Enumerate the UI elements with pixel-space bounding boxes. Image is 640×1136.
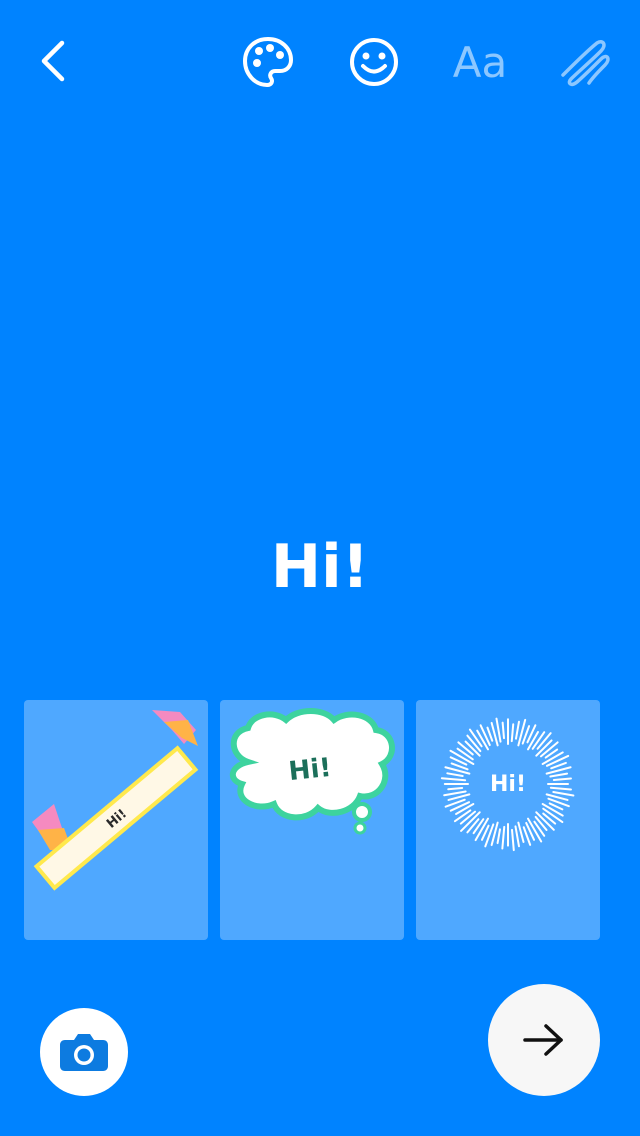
camera-icon (60, 1034, 108, 1071)
sunburst-ray (446, 772, 464, 778)
sunburst-ray (486, 726, 494, 742)
squiggle-pen-icon (561, 39, 610, 87)
camera-button[interactable] (40, 1008, 128, 1096)
sunburst-ray (495, 717, 502, 743)
sunburst-ray (501, 721, 505, 740)
sunburst-sticker-text: Hi! (490, 772, 526, 797)
sunburst-ray (549, 772, 569, 778)
sunburst-ray (476, 729, 489, 751)
sticker-emoji-button[interactable] (346, 34, 402, 90)
sunburst-ray (545, 754, 570, 767)
sunburst-ray (496, 828, 502, 845)
sunburst-ray (549, 786, 572, 791)
sticker-sunburst[interactable]: Hi! (416, 700, 600, 940)
thought-cloud-graphic: Hi! (230, 708, 395, 835)
sunburst-ray (457, 741, 474, 756)
sunburst-ray (514, 720, 520, 740)
sunburst-ray (490, 721, 499, 747)
sunburst-graphic: Hi! (440, 717, 575, 852)
sunburst-ray (447, 793, 471, 801)
sunburst-ray (459, 810, 477, 825)
sunburst-ray (552, 790, 575, 797)
color-palette-button[interactable] (240, 34, 296, 90)
ribbon-banner-graphic: Hi! (32, 710, 199, 891)
arrow-right-icon (523, 1024, 563, 1056)
sunburst-ray (440, 777, 467, 782)
sunburst-ray (443, 790, 467, 797)
smiley-icon (350, 38, 398, 86)
top-toolbar: Aa (0, 0, 640, 120)
sticker-ribbon-banner[interactable]: Hi! (24, 700, 208, 940)
sunburst-ray (552, 777, 572, 781)
sticker-thought-cloud[interactable]: Hi! (220, 700, 404, 940)
sunburst-ray (453, 809, 472, 823)
back-button[interactable] (26, 34, 80, 88)
sunburst-ray (447, 787, 464, 791)
next-button[interactable] (488, 984, 600, 1096)
sunburst-ray (456, 747, 474, 761)
sunburst-ray (468, 728, 483, 748)
sunburst-ray (517, 821, 525, 843)
sunburst-ray (511, 828, 515, 852)
cloud-sticker-text: Hi! (287, 753, 332, 787)
sunburst-ray (536, 732, 552, 750)
sunburst-ray (534, 815, 548, 831)
sunburst-ray (514, 825, 520, 848)
draw-tool-button[interactable] (554, 34, 614, 90)
sunburst-ray (510, 723, 515, 743)
text-tool-button[interactable]: Aa (446, 34, 514, 90)
canvas-text[interactable]: Hi! (0, 532, 640, 602)
palette-icon (242, 36, 294, 88)
sunburst-ray (501, 825, 506, 850)
chevron-left-icon (41, 40, 65, 82)
sunburst-ray (455, 803, 475, 815)
sunburst-ray (466, 818, 480, 834)
